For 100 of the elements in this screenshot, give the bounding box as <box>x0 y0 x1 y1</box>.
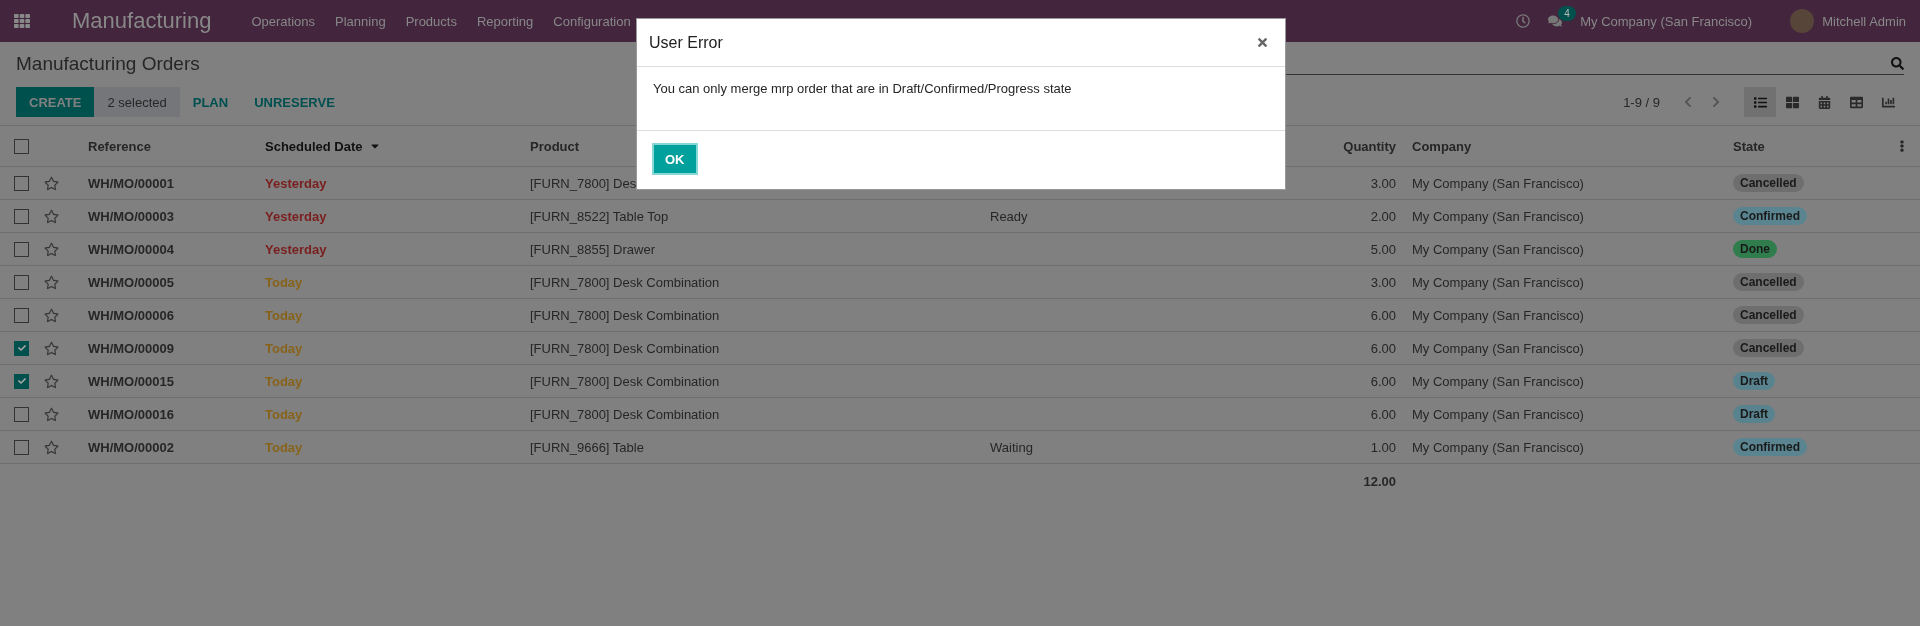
pager-text: 1-9 / 9 <box>1623 94 1660 110</box>
table-cell-text: WH/MO/00003 <box>87 208 175 224</box>
table-cell-text: 6.00 <box>1369 373 1397 389</box>
table-cell-text: My Company (San Francisco) <box>1411 439 1585 455</box>
table-cell-text: Today <box>264 340 304 356</box>
list-view-icon <box>1753 95 1767 109</box>
table-cell-text: 6.00 <box>1369 307 1397 323</box>
column-header[interactable]: State <box>1725 138 1896 154</box>
menu-item[interactable]: Planning <box>335 13 386 29</box>
table-cell-text: 3.00 <box>1369 274 1397 290</box>
next-page-icon[interactable] <box>1710 96 1722 108</box>
star-icon[interactable] <box>44 241 59 257</box>
star-icon[interactable] <box>44 307 59 323</box>
column-header[interactable]: Reference <box>80 138 257 154</box>
table-cell-text: 5.00 <box>1369 241 1397 257</box>
row-checkbox[interactable] <box>14 406 29 422</box>
state-tag: Cancelled <box>1733 174 1804 192</box>
close-icon[interactable] <box>1256 36 1269 49</box>
column-header[interactable]: Scheduled Date <box>257 138 522 154</box>
kanban-view-icon <box>1785 95 1799 109</box>
table-cell-text: [FURN_8855] Drawer <box>529 241 656 257</box>
state-tag: Cancelled <box>1733 339 1804 357</box>
action-button[interactable]: PLAN <box>179 87 242 117</box>
user-name[interactable]: Mitchell Admin <box>1822 13 1906 29</box>
table-cell-text: 6.00 <box>1369 406 1397 422</box>
quantity-total: 12.00 <box>1362 473 1397 489</box>
star-icon[interactable] <box>44 406 59 422</box>
table-cell-text: My Company (San Francisco) <box>1411 241 1585 257</box>
check-icon <box>17 344 26 352</box>
table-cell-text: WH/MO/00005 <box>87 274 175 290</box>
menu-item[interactable]: Operations <box>251 13 315 29</box>
table-cell-text: WH/MO/00004 <box>87 241 175 257</box>
check-icon <box>17 377 26 385</box>
state-tag: Draft <box>1733 405 1775 423</box>
table-cell-text: 2.00 <box>1369 208 1397 224</box>
selection-counter[interactable]: 2 selected <box>94 87 180 117</box>
star-icon[interactable] <box>44 175 59 191</box>
row-checkbox[interactable] <box>14 307 29 323</box>
table-cell-text: [FURN_7800] Desk Combination <box>529 274 721 290</box>
table-cell-text: WH/MO/00002 <box>87 439 175 455</box>
table-cell-text: Today <box>264 439 304 455</box>
view-switch-button[interactable] <box>1744 87 1776 117</box>
row-checkbox[interactable] <box>14 274 29 290</box>
table-cell-text: My Company (San Francisco) <box>1411 175 1585 191</box>
apps-menu-icon[interactable] <box>14 13 30 29</box>
pivot-view-icon <box>1849 95 1863 109</box>
state-tag: Draft <box>1733 372 1775 390</box>
table-cell-text: WH/MO/00006 <box>87 307 175 323</box>
state-tag: Confirmed <box>1733 207 1807 225</box>
state-tag: Cancelled <box>1733 306 1804 324</box>
table-cell-text: My Company (San Francisco) <box>1411 340 1585 356</box>
state-tag: Confirmed <box>1733 438 1807 456</box>
table-cell-text: 1.00 <box>1369 439 1397 455</box>
graph-view-icon <box>1881 95 1895 109</box>
table-cell-text: [FURN_7800] Desk Combination <box>529 307 721 323</box>
table-cell-text: Today <box>264 274 304 290</box>
table-cell-text: [FURN_8522] Table Top <box>529 208 670 224</box>
messages-icon[interactable] <box>1548 14 1563 28</box>
table-cell-text: [FURN_7800] Des <box>529 175 638 191</box>
column-header[interactable]: Quantity <box>1282 138 1404 154</box>
menu-item[interactable]: Reporting <box>476 13 534 29</box>
table-cell-text: Waiting <box>989 439 1034 455</box>
activity-clock-icon[interactable] <box>1516 14 1531 28</box>
row-checkbox[interactable] <box>14 175 29 191</box>
table-cell-text: WH/MO/00015 <box>87 373 175 389</box>
row-checkbox[interactable] <box>14 208 29 224</box>
previous-page-icon[interactable] <box>1682 96 1694 108</box>
table-cell-text: 6.00 <box>1369 340 1397 356</box>
row-checkbox[interactable] <box>14 439 29 455</box>
ok-button[interactable]: OK <box>652 143 698 175</box>
star-icon[interactable] <box>44 439 59 455</box>
table-cell-text: My Company (San Francisco) <box>1411 274 1585 290</box>
row-checkbox[interactable] <box>14 340 29 356</box>
star-icon[interactable] <box>44 274 59 290</box>
star-icon[interactable] <box>44 340 59 356</box>
star-icon[interactable] <box>44 373 59 389</box>
action-button[interactable]: UNRESERVE <box>241 87 348 117</box>
menu-item[interactable]: Products <box>405 13 457 29</box>
message-count-badge: 4 <box>1558 6 1576 21</box>
company-switcher[interactable]: My Company (San Francisco) <box>1580 13 1753 29</box>
table-cell-text: WH/MO/00016 <box>87 406 175 422</box>
dialog-title: User Error <box>649 33 723 52</box>
row-checkbox[interactable] <box>14 373 29 389</box>
table-cell-text: Yesterday <box>264 241 328 257</box>
dialog-message: You can only merge mrp order that are in Draft/Confirmed/Progress state <box>653 81 1072 96</box>
table-cell-text: Ready <box>989 208 1029 224</box>
table-cell-text: My Company (San Francisco) <box>1411 406 1585 422</box>
action-button[interactable]: CREATE <box>16 87 95 117</box>
table-cell-text: Today <box>264 373 304 389</box>
row-checkbox[interactable] <box>14 241 29 257</box>
menu-item[interactable]: Configuration <box>553 13 631 29</box>
star-icon[interactable] <box>44 208 59 224</box>
table-cell-text: Yesterday <box>264 208 328 224</box>
table-cell-text: My Company (San Francisco) <box>1411 307 1585 323</box>
state-tag: Done <box>1733 240 1777 258</box>
column-header[interactable]: Company <box>1404 138 1725 154</box>
state-tag: Cancelled <box>1733 273 1804 291</box>
select-all-checkbox[interactable] <box>14 138 29 154</box>
search-icon[interactable] <box>1891 56 1904 70</box>
app-name: Manufacturing <box>72 8 212 34</box>
